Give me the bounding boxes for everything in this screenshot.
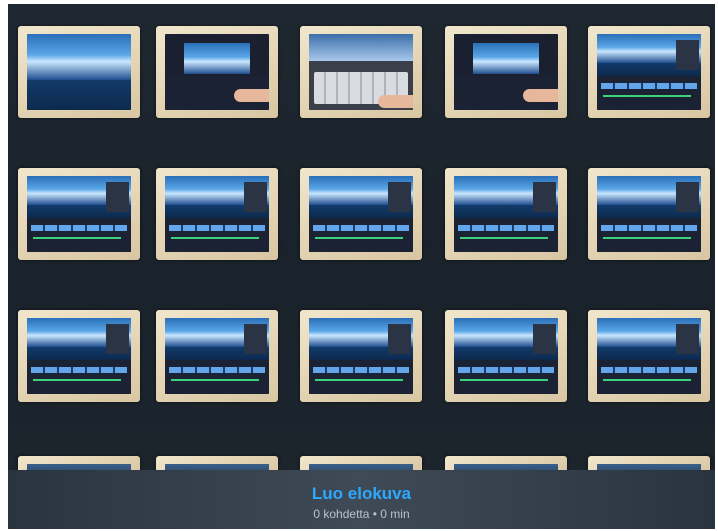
create-movie-title[interactable]: Luo elokuva — [8, 484, 715, 504]
photo-thumbnail[interactable] — [156, 310, 278, 402]
thumbnail-grid — [8, 4, 715, 529]
photo-thumbnail[interactable] — [445, 310, 567, 402]
thumbnail-image — [309, 318, 413, 394]
thumbnail-image — [27, 318, 131, 394]
create-movie-bar[interactable]: Luo elokuva 0 kohdetta • 0 min — [8, 470, 715, 529]
photo-thumbnail[interactable] — [18, 310, 140, 402]
thumbnail-image — [454, 34, 558, 110]
thumbnail-image — [27, 34, 131, 110]
thumbnail-image — [597, 318, 701, 394]
photo-thumbnail[interactable] — [300, 26, 422, 118]
photo-thumbnail[interactable] — [588, 26, 710, 118]
thumbnail-image — [597, 176, 701, 252]
thumbnail-image — [165, 34, 269, 110]
thumbnail-image — [309, 34, 413, 110]
selection-summary: 0 kohdetta • 0 min — [313, 507, 410, 521]
photo-thumbnail[interactable] — [18, 26, 140, 118]
thumbnail-image — [597, 34, 701, 110]
photo-thumbnail[interactable] — [588, 310, 710, 402]
photo-thumbnail[interactable] — [18, 168, 140, 260]
photo-thumbnail[interactable] — [445, 26, 567, 118]
photo-grid-screen: Luo elokuva 0 kohdetta • 0 min — [8, 4, 715, 529]
photo-thumbnail[interactable] — [156, 26, 278, 118]
thumbnail-image — [27, 176, 131, 252]
photo-thumbnail[interactable] — [300, 168, 422, 260]
thumbnail-image — [454, 318, 558, 394]
thumbnail-image — [165, 176, 269, 252]
thumbnail-image — [454, 176, 558, 252]
photo-thumbnail[interactable] — [445, 168, 567, 260]
thumbnail-image — [165, 318, 269, 394]
photo-thumbnail[interactable] — [300, 310, 422, 402]
photo-thumbnail[interactable] — [156, 168, 278, 260]
photo-thumbnail[interactable] — [588, 168, 710, 260]
thumbnail-image — [309, 176, 413, 252]
